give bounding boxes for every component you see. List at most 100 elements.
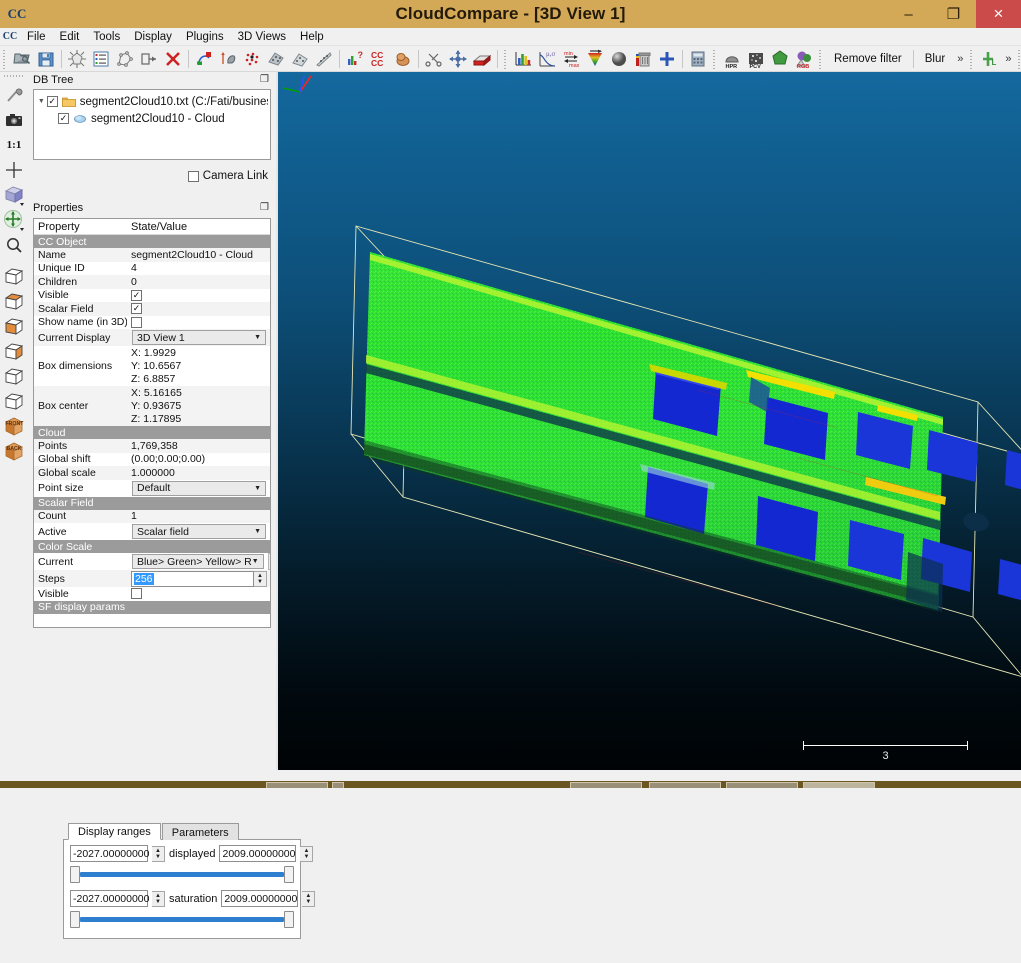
scalar-field-arithmetic-icon[interactable] xyxy=(288,47,312,71)
toolbar-grip[interactable] xyxy=(818,48,824,70)
displayed-min-stepper[interactable]: ▲ ▼ xyxy=(152,846,165,862)
camera-link-row[interactable]: Camera Link xyxy=(30,170,268,182)
displayed-slider-handle-right[interactable] xyxy=(284,866,294,883)
cloud-to-mesh-dist-icon[interactable] xyxy=(240,47,264,71)
menu-edit[interactable]: Edit xyxy=(53,30,87,44)
close-button[interactable]: × xyxy=(976,0,1021,28)
toolbar-grip[interactable] xyxy=(712,48,718,70)
pan-mode-icon[interactable] xyxy=(1,208,27,232)
view-bottom-icon[interactable] xyxy=(1,315,27,339)
saturation-slider-handle-right[interactable] xyxy=(284,911,294,928)
color-scale-visible-checkbox[interactable] xyxy=(131,588,142,599)
menu-3d-views[interactable]: 3D Views xyxy=(231,30,293,44)
register-clouds-icon[interactable] xyxy=(192,47,216,71)
min-max-sf-icon[interactable]: min max xyxy=(559,47,583,71)
remove-filter-button[interactable]: Remove filter xyxy=(826,48,910,70)
taskbar-item-active[interactable] xyxy=(803,782,875,788)
properties-list-icon[interactable] xyxy=(89,47,113,71)
saturation-max-stepper[interactable]: ▲ ▼ xyxy=(302,891,315,907)
segment-polyline-icon[interactable] xyxy=(113,47,137,71)
saturation-max-input[interactable]: 2009.00000000 xyxy=(221,890,298,907)
displayed-range-slider[interactable] xyxy=(70,865,294,883)
label-connected-components-icon[interactable]: CC CC xyxy=(367,47,391,71)
filter-overflow-chevron-icon[interactable]: » xyxy=(953,53,967,65)
save-icon[interactable] xyxy=(34,47,58,71)
properties-table[interactable]: Property State/Value CC Object Name segm… xyxy=(33,218,271,628)
toolbar-grip[interactable] xyxy=(1017,48,1021,70)
steps-input[interactable]: 256 xyxy=(131,571,254,587)
taskbar-item[interactable] xyxy=(332,782,344,788)
tab-display-ranges[interactable]: Display ranges xyxy=(68,823,161,840)
delete-sf-icon[interactable] xyxy=(631,47,655,71)
menu-plugins[interactable]: Plugins xyxy=(179,30,231,44)
picking-tool-icon[interactable] xyxy=(1,83,27,107)
displayed-slider-handle-left[interactable] xyxy=(70,866,80,883)
active-scalar-field-dropdown[interactable]: Scalar field ▼ xyxy=(132,524,266,539)
histogram-icon[interactable] xyxy=(511,47,535,71)
clip-box-icon[interactable] xyxy=(470,47,494,71)
saturation-min-stepper[interactable]: ▲ ▼ xyxy=(152,891,165,907)
saturation-min-input[interactable]: -2027.00000000 xyxy=(70,890,148,907)
tree-root-checkbox[interactable]: ✓ xyxy=(47,96,58,107)
zoom-icon[interactable] xyxy=(1,233,27,257)
saturation-range-slider[interactable] xyxy=(70,910,294,928)
view-toolbar-grip[interactable] xyxy=(4,73,24,80)
stepper-down-icon[interactable]: ▼ xyxy=(257,579,263,585)
ortho-perspective-icon[interactable] xyxy=(1,183,27,207)
db-tree-list[interactable]: ▼ ✓ segment2Cloud10.txt (C:/Fati/busines… xyxy=(33,89,271,160)
set-pivot-icon[interactable] xyxy=(1,158,27,182)
stat-test-icon[interactable]: ? xyxy=(343,47,367,71)
delete-icon[interactable] xyxy=(161,47,185,71)
displayed-max-input[interactable]: 2009.00000000 xyxy=(219,845,296,862)
point-size-dropdown[interactable]: Default ▼ xyxy=(132,481,266,496)
os-taskbar[interactable] xyxy=(0,781,1021,788)
hpr-icon[interactable]: HPR xyxy=(720,47,744,71)
stepper-down-icon[interactable]: ▼ xyxy=(155,899,161,905)
stepper-down-icon[interactable]: ▼ xyxy=(155,854,161,860)
section-overflow-chevron-icon[interactable]: » xyxy=(1001,53,1015,65)
compute-unroll-icon[interactable] xyxy=(312,47,336,71)
tree-row[interactable]: ▼ ✓ segment2Cloud10.txt (C:/Fati/busines… xyxy=(36,93,268,110)
color-scale-editor-button[interactable] xyxy=(268,553,270,570)
visible-checkbox[interactable]: ✓ xyxy=(131,290,142,301)
blur-filter-button[interactable]: Blur xyxy=(917,48,953,70)
view-default-icon[interactable] xyxy=(1,265,27,289)
subsample-icon[interactable] xyxy=(391,47,415,71)
stepper-down-icon[interactable]: ▼ xyxy=(304,854,310,860)
stepper-down-icon[interactable]: ▼ xyxy=(305,899,311,905)
minimize-button[interactable]: – xyxy=(886,0,931,28)
scissors-icon[interactable] xyxy=(422,47,446,71)
menu-tools[interactable]: Tools xyxy=(86,30,127,44)
view-front-icon[interactable]: FRONT xyxy=(1,415,27,439)
cloud-to-cloud-dist-icon[interactable] xyxy=(216,47,240,71)
properties-undock-icon[interactable]: ❐ xyxy=(260,202,269,213)
taskbar-item[interactable] xyxy=(649,782,721,788)
color-gradient-icon[interactable] xyxy=(583,47,607,71)
current-display-dropdown[interactable]: 3D View 1 ▼ xyxy=(132,330,266,345)
menu-display[interactable]: Display xyxy=(127,30,179,44)
tree-child-checkbox[interactable]: ✓ xyxy=(58,113,69,124)
calculator-icon[interactable] xyxy=(686,47,710,71)
sample-mesh-icon[interactable] xyxy=(264,47,288,71)
taskbar-item[interactable] xyxy=(570,782,642,788)
camera-snapshot-icon[interactable] xyxy=(1,108,27,132)
show-name-3d-checkbox[interactable] xyxy=(131,317,142,328)
scalar-field-checkbox[interactable]: ✓ xyxy=(131,303,142,314)
tree-row[interactable]: ✓ segment2Cloud10 - Cloud xyxy=(36,110,268,127)
tab-parameters[interactable]: Parameters xyxy=(162,823,239,840)
open-file-icon[interactable] xyxy=(10,47,34,71)
zoom-one-to-one-icon[interactable]: 1:1 xyxy=(1,133,27,157)
view-back-icon[interactable]: BACK xyxy=(1,440,27,464)
displayed-min-input[interactable]: -2027.00000000 xyxy=(70,845,148,862)
pcv-icon[interactable]: PCV xyxy=(744,47,768,71)
taskbar-item[interactable] xyxy=(266,782,328,788)
view-top-icon[interactable] xyxy=(1,290,27,314)
gaussian-stat-icon[interactable]: μ,σ xyxy=(535,47,559,71)
sphere-icon[interactable] xyxy=(607,47,631,71)
restore-button[interactable]: ❐ xyxy=(931,0,976,28)
toolbar-grip[interactable] xyxy=(2,48,8,70)
global-zoom-icon[interactable] xyxy=(65,47,89,71)
menu-file[interactable]: File xyxy=(20,30,53,44)
rgb-icon[interactable]: RGB xyxy=(792,47,816,71)
steps-stepper[interactable]: ▲ ▼ xyxy=(254,571,267,587)
